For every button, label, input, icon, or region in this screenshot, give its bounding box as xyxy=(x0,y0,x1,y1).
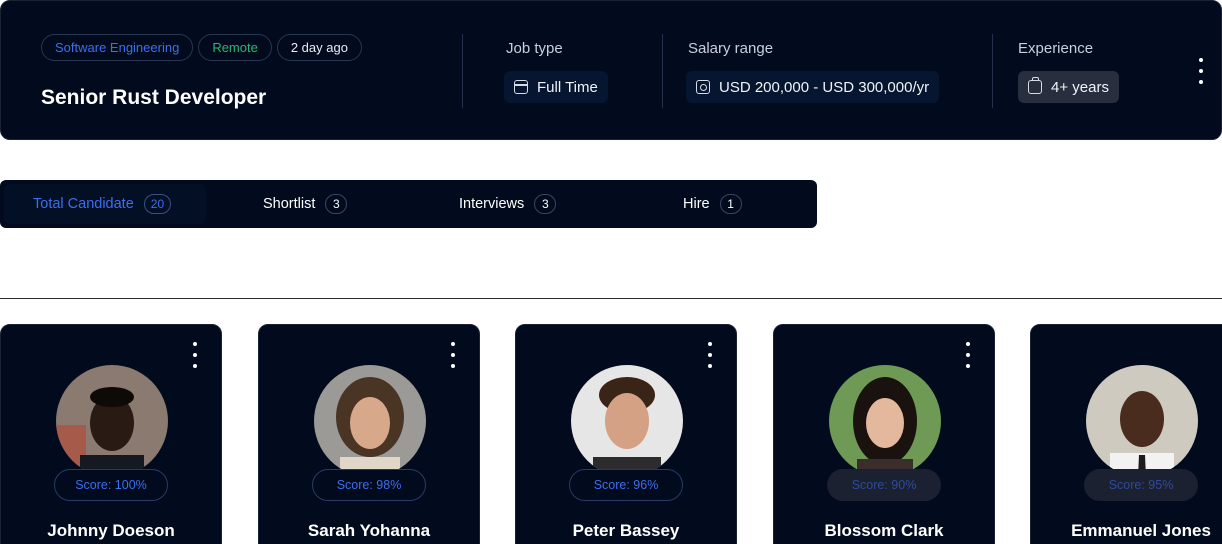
tab-count: 3 xyxy=(534,194,557,214)
candidate-name: Emmanuel Jones xyxy=(1071,521,1211,540)
calendar-icon xyxy=(514,80,528,94)
candidate-menu-icon[interactable] xyxy=(705,342,715,368)
experience-value: 4+ years xyxy=(1051,78,1109,96)
tab-count: 20 xyxy=(143,194,172,214)
experience-label: Experience xyxy=(1018,40,1094,57)
tab-label: Shortlist xyxy=(263,196,316,212)
candidate-card[interactable]: Score: 90% Blossom Clark xyxy=(773,324,995,544)
tab-count: 1 xyxy=(719,194,742,214)
candidate-name: Johnny Doeson xyxy=(47,521,175,540)
job-header-card: Software Engineering Remote 2 day ago Se… xyxy=(0,0,1222,140)
tab-label: Interviews xyxy=(459,196,525,212)
candidate-avatar xyxy=(571,365,683,477)
tab-label: Hire xyxy=(683,196,710,212)
candidate-card[interactable]: Score: 96% Peter Bassey xyxy=(515,324,737,544)
candidate-name: Sarah Yohanna xyxy=(307,521,431,540)
candidate-avatar xyxy=(1086,365,1198,477)
tab-hire[interactable]: Hire 1 xyxy=(683,184,742,224)
experience-pill: 4+ years xyxy=(1018,71,1119,103)
job-menu-icon[interactable] xyxy=(1196,58,1206,84)
tag-category[interactable]: Software Engineering xyxy=(41,34,194,61)
job-tags: Software Engineering Remote 2 day ago xyxy=(41,34,362,61)
candidate-menu-icon[interactable] xyxy=(448,342,458,368)
job-type-label: Job type xyxy=(506,40,563,57)
tab-total-candidate[interactable]: Total Candidate 20 xyxy=(4,184,206,224)
tab-shortlist[interactable]: Shortlist 3 xyxy=(263,184,348,224)
candidate-name: Peter Bassey xyxy=(572,521,680,540)
candidate-score-badge: Score: 100% xyxy=(54,469,168,501)
candidate-score-badge: Score: 95% xyxy=(1084,469,1198,501)
money-icon xyxy=(696,80,710,94)
divider xyxy=(662,34,663,108)
job-title: Senior Rust Developer xyxy=(41,86,267,109)
candidate-avatar xyxy=(314,365,426,477)
candidate-avatar xyxy=(829,365,941,477)
tag-location[interactable]: Remote xyxy=(198,34,272,61)
candidate-tabs: Total Candidate 20 Shortlist 3 Interview… xyxy=(0,180,817,228)
candidate-menu-icon[interactable] xyxy=(963,342,973,368)
divider xyxy=(462,34,463,108)
tag-posted-date: 2 day ago xyxy=(276,34,362,61)
candidate-score-badge: Score: 98% xyxy=(312,469,426,501)
candidate-card[interactable]: Score: 98% Sarah Yohanna xyxy=(258,324,480,544)
section-divider xyxy=(0,298,1222,299)
tab-count: 3 xyxy=(325,194,348,214)
salary-label: Salary range xyxy=(688,40,774,57)
job-candidates-page: Software Engineering Remote 2 day ago Se… xyxy=(0,0,1222,544)
job-type-pill: Full Time xyxy=(504,71,608,103)
candidate-name: Blossom Clark xyxy=(824,521,944,540)
job-type-value: Full Time xyxy=(537,78,598,96)
candidate-avatar xyxy=(56,365,168,477)
tab-label: Total Candidate xyxy=(33,196,134,212)
candidate-card[interactable]: Score: 95% Emmanuel Jones xyxy=(1030,324,1222,544)
tab-interviews[interactable]: Interviews 3 xyxy=(459,184,557,224)
candidate-menu-icon[interactable] xyxy=(190,342,200,368)
salary-pill: USD 200,000 - USD 300,000/yr xyxy=(686,71,940,103)
briefcase-icon xyxy=(1028,77,1042,94)
candidate-score-badge: Score: 90% xyxy=(827,469,941,501)
candidate-score-badge: Score: 96% xyxy=(569,469,683,501)
salary-value: USD 200,000 - USD 300,000/yr xyxy=(719,78,930,96)
divider xyxy=(992,34,993,108)
candidate-card[interactable]: Score: 100% Johnny Doeson xyxy=(0,324,222,544)
